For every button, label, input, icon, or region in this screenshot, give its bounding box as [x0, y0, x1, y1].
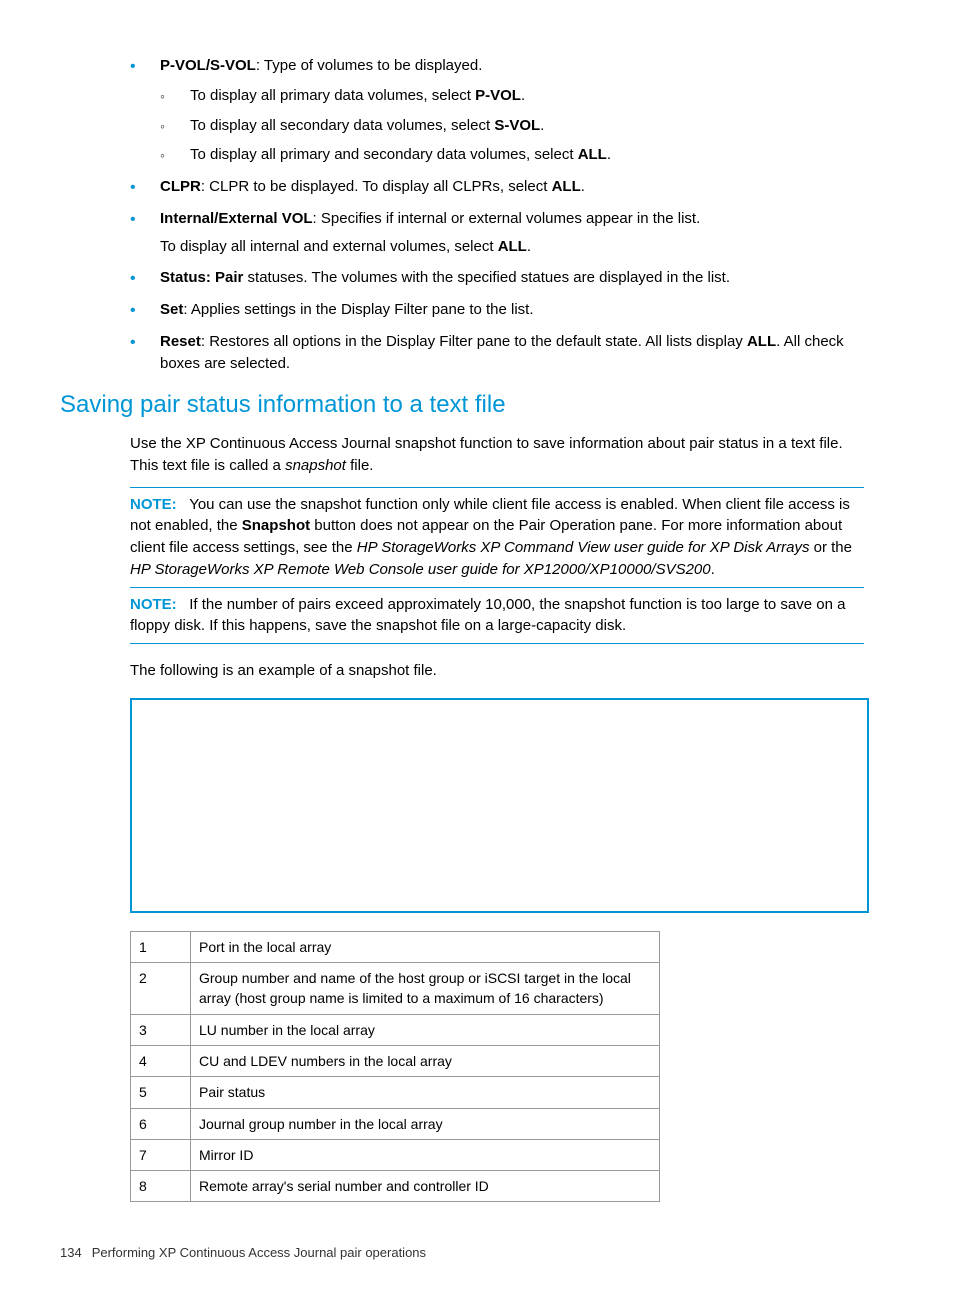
row-description: Group number and name of the host group …	[191, 963, 660, 1015]
term: P-VOL/S-VOL	[160, 57, 256, 74]
list-item: CLPR: CLPR to be displayed. To display a…	[130, 176, 864, 198]
row-number: 6	[131, 1108, 191, 1139]
table-row: 4CU and LDEV numbers in the local array	[131, 1045, 660, 1076]
table-row: 8Remote array's serial number and contro…	[131, 1171, 660, 1202]
row-description: Mirror ID	[191, 1139, 660, 1170]
page-footer: 134 Performing XP Continuous Access Journ…	[60, 1244, 894, 1263]
bullet-list-top: P-VOL/S-VOL: Type of volumes to be displ…	[130, 55, 864, 374]
list-item: To display all primary and secondary dat…	[160, 144, 864, 166]
row-number: 7	[131, 1139, 191, 1170]
sub-list: To display all primary data volumes, sel…	[160, 85, 864, 166]
footer-title: Performing XP Continuous Access Journal …	[92, 1245, 426, 1260]
table-row: 5Pair status	[131, 1077, 660, 1108]
table-row: 7Mirror ID	[131, 1139, 660, 1170]
row-number: 1	[131, 931, 191, 962]
row-number: 5	[131, 1077, 191, 1108]
row-number: 4	[131, 1045, 191, 1076]
snapshot-example-figure	[130, 698, 869, 913]
sub-line: To display all internal and external vol…	[160, 236, 864, 258]
row-number: 3	[131, 1014, 191, 1045]
list-item: Internal/External VOL: Specifies if inte…	[130, 208, 864, 258]
section-heading: Saving pair status information to a text…	[60, 388, 894, 423]
row-description: Port in the local array	[191, 931, 660, 962]
body-content: Use the XP Continuous Access Journal sna…	[130, 433, 864, 682]
row-description: Remote array's serial number and control…	[191, 1171, 660, 1202]
field-description-table: 1Port in the local array2Group number an…	[130, 931, 660, 1203]
list-item: To display all primary data volumes, sel…	[160, 85, 864, 107]
list-item: Status: Pair statuses. The volumes with …	[130, 267, 864, 289]
row-number: 8	[131, 1171, 191, 1202]
paragraph: Use the XP Continuous Access Journal sna…	[130, 433, 864, 477]
list-item: Reset: Restores all options in the Displ…	[130, 331, 864, 375]
desc: : Type of volumes to be displayed.	[256, 57, 483, 74]
table-row: 1Port in the local array	[131, 931, 660, 962]
list-item: P-VOL/S-VOL: Type of volumes to be displ…	[130, 55, 864, 166]
page-number: 134	[60, 1245, 82, 1260]
table-row: 3LU number in the local array	[131, 1014, 660, 1045]
table-row: 2Group number and name of the host group…	[131, 963, 660, 1015]
row-description: Journal group number in the local array	[191, 1108, 660, 1139]
note-box: NOTE: If the number of pairs exceed appr…	[130, 588, 864, 645]
row-number: 2	[131, 963, 191, 1015]
table-row: 6Journal group number in the local array	[131, 1108, 660, 1139]
list-item: To display all secondary data volumes, s…	[160, 115, 864, 137]
paragraph: The following is an example of a snapsho…	[130, 660, 864, 682]
row-description: LU number in the local array	[191, 1014, 660, 1045]
note-box: NOTE: You can use the snapshot function …	[130, 487, 864, 588]
row-description: Pair status	[191, 1077, 660, 1108]
list-item: Set: Applies settings in the Display Fil…	[130, 299, 864, 321]
row-description: CU and LDEV numbers in the local array	[191, 1045, 660, 1076]
